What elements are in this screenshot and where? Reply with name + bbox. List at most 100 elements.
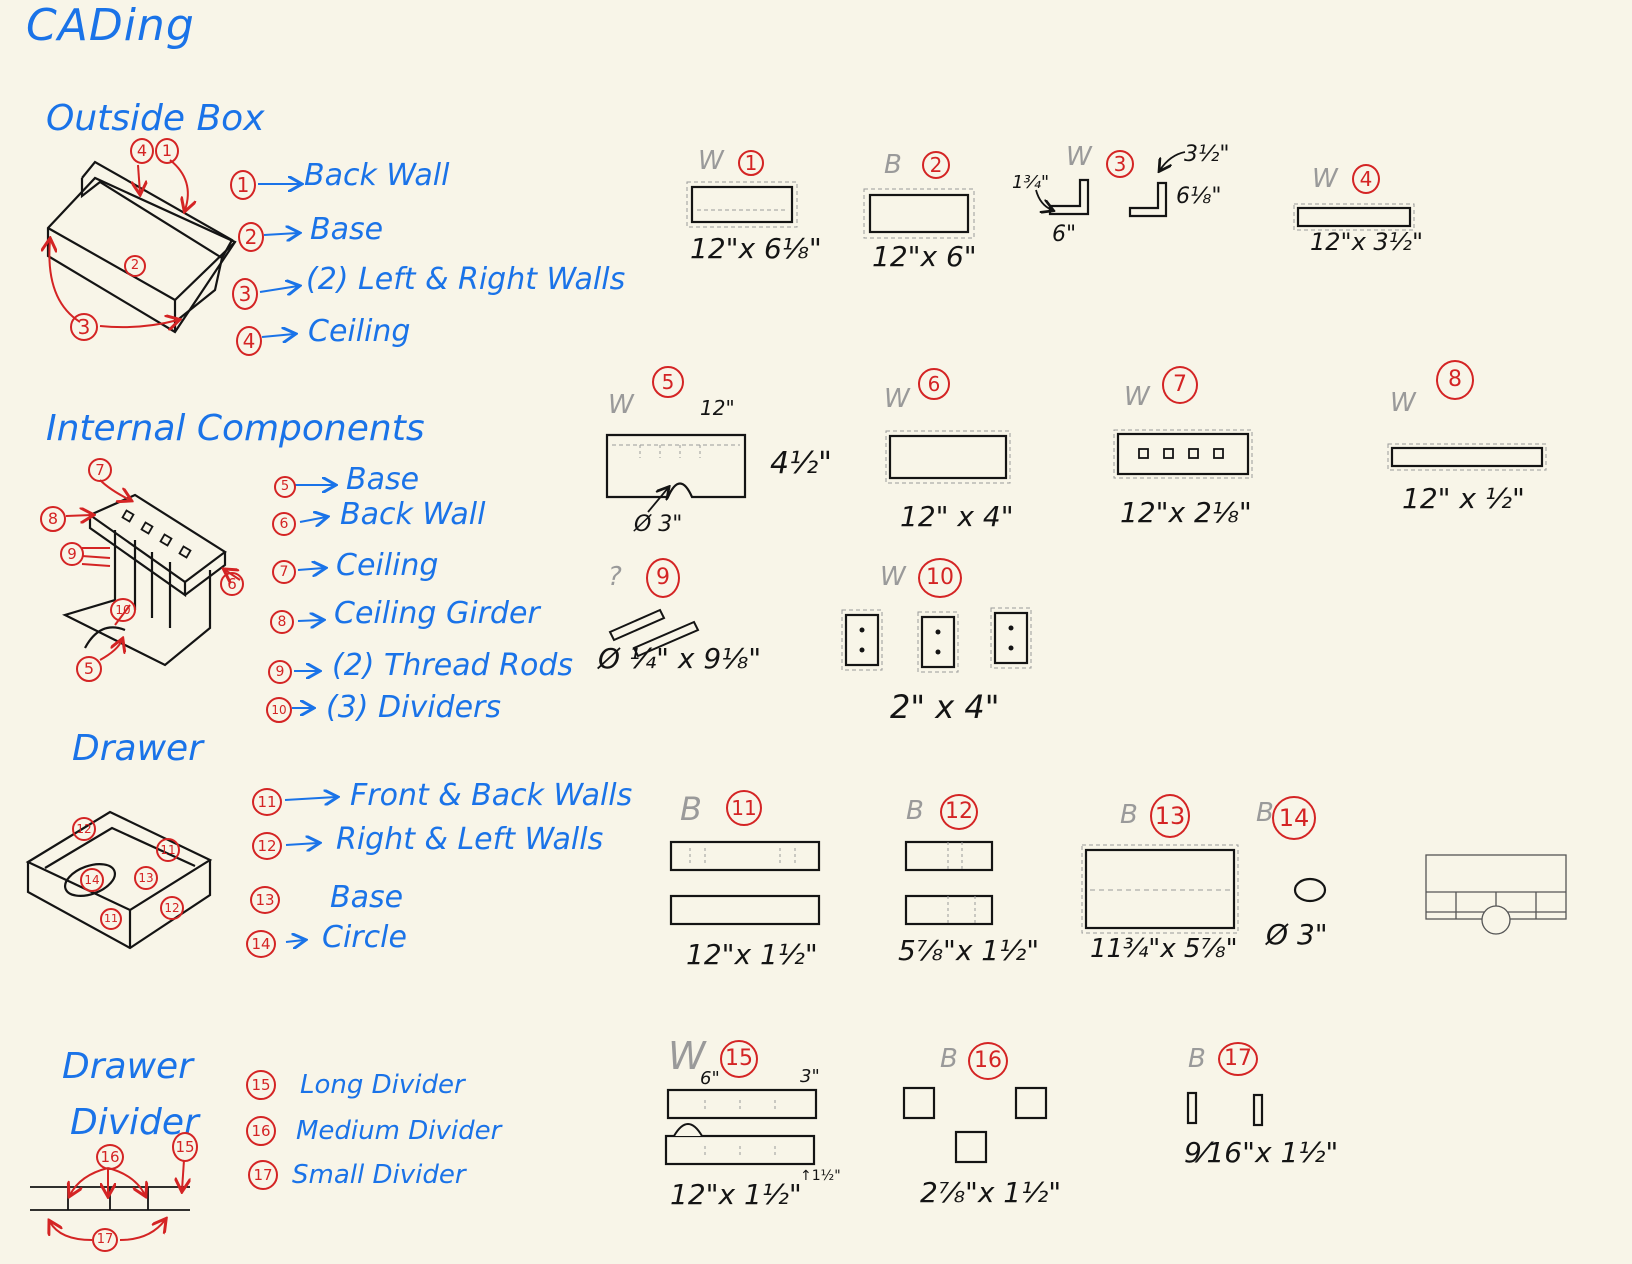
part-6-number: 6	[918, 368, 950, 400]
part-15-dimension: 12"x 1½"	[670, 1178, 802, 1211]
section-heading-outside-box: Outside Box	[46, 98, 265, 139]
list-marker-17: 17	[248, 1160, 278, 1190]
part-8-dimension: 12" x ½"	[1402, 482, 1525, 515]
part-12-material: B	[906, 796, 924, 826]
part-17-dimension: 9⁄16"x 1½"	[1184, 1136, 1339, 1169]
list-marker-1: 1	[230, 170, 256, 200]
part-10-dimension: 2" x 4"	[890, 688, 1000, 726]
marker-5: 5	[76, 656, 102, 682]
part-10-number: 10	[918, 558, 962, 598]
part-1-material: W	[698, 146, 724, 176]
part-1-shape	[686, 181, 798, 228]
marker-11b: 11	[100, 908, 122, 930]
internal-item-7-label: Ceiling	[336, 548, 439, 583]
marker-3: 3	[70, 313, 98, 341]
part-14-shape	[1293, 877, 1327, 903]
marker-1: 1	[155, 138, 179, 164]
part-12-number: 12	[940, 794, 978, 830]
marker-8: 8	[40, 506, 66, 532]
outside-item-2-label: Base	[310, 212, 384, 247]
part-11-shape	[669, 840, 821, 926]
list-marker-15: 15	[246, 1070, 276, 1100]
part-17-number: 17	[1218, 1042, 1258, 1076]
drawer-sketch	[25, 810, 213, 950]
part-13-dimension: 11¾"x 5⅞"	[1090, 934, 1238, 964]
part-4-shape	[1293, 203, 1415, 231]
marker-11a: 11	[156, 838, 180, 862]
list-marker-6: 6	[272, 512, 296, 536]
part-4-number: 4	[1352, 164, 1380, 194]
marker-10: 10	[110, 598, 136, 622]
part-16-dimension: 2⅞"x 1½"	[920, 1176, 1062, 1209]
part-3-dim-side: 1¾"	[1012, 172, 1050, 193]
marker-12b: 12	[160, 896, 184, 920]
part-14-number: 14	[1272, 796, 1316, 840]
part-17-material: B	[1188, 1044, 1206, 1074]
part-7-number: 7	[1162, 366, 1198, 404]
internal-item-arrows	[292, 485, 334, 708]
part-8-number: 8	[1436, 360, 1474, 400]
sketch-canvas: CADing Outside Box 4 1 2 3 1 Back Wall 2…	[0, 0, 1632, 1264]
list-marker-16: 16	[246, 1116, 276, 1146]
part-10-shape	[841, 607, 1032, 673]
list-marker-13: 13	[250, 886, 280, 914]
marker-13: 13	[134, 866, 158, 890]
part-6-dimension: 12" x 4"	[900, 500, 1014, 533]
internal-component-holes	[121, 509, 192, 559]
drawer-divider-sketch	[30, 1186, 190, 1211]
part-3-dim-top: 3½"	[1184, 142, 1230, 167]
internal-item-10-label: (3) Dividers	[326, 690, 502, 725]
part-15-shape	[664, 1088, 818, 1166]
list-marker-11: 11	[252, 788, 282, 816]
part-6-shape	[885, 430, 1011, 484]
marker-7: 7	[88, 458, 112, 482]
part-15-dim-c: ↑1½"	[800, 1168, 841, 1184]
marker-16: 16	[96, 1144, 124, 1170]
section-heading-internal-components: Internal Components	[46, 408, 425, 449]
marker-12a: 12	[72, 817, 96, 841]
part-9-material: ?	[608, 562, 622, 592]
part-10-material: W	[880, 562, 906, 592]
part-13-number: 13	[1150, 794, 1190, 838]
list-marker-7: 7	[272, 560, 296, 584]
drawer-item-14-label: Circle	[322, 920, 407, 955]
part-5-material: W	[608, 390, 634, 420]
part-3-number: 3	[1106, 150, 1134, 178]
drawer-divider-red-arrows	[50, 1159, 184, 1241]
part-3-shape	[1048, 178, 1168, 218]
marker-9: 9	[60, 542, 84, 566]
part-12-dimension: 5⅞"x 1½"	[898, 934, 1040, 967]
part-4-dimension: 12"x 3½"	[1310, 228, 1423, 256]
part-6-material: W	[884, 384, 910, 414]
part-11-material: B	[680, 790, 702, 828]
drawer-front-view	[1425, 854, 1567, 935]
part-5-dim-right: 4½"	[770, 446, 832, 481]
list-marker-8: 8	[270, 610, 294, 634]
part-1-number: 1	[738, 150, 764, 176]
part-2-material: B	[884, 150, 902, 180]
part-14-material: B	[1256, 798, 1274, 828]
part-5-number: 5	[652, 366, 684, 398]
marker-17: 17	[92, 1228, 118, 1252]
internal-components-sketch	[62, 493, 227, 667]
part-3-material: W	[1066, 142, 1092, 172]
list-marker-9: 9	[268, 660, 292, 684]
list-marker-12: 12	[252, 832, 282, 860]
part-8-shape	[1387, 443, 1547, 471]
part-13-shape	[1081, 844, 1239, 934]
part-5-dim-top: 12"	[700, 396, 735, 420]
divider-item-15-label: Long Divider	[300, 1070, 465, 1100]
part-17-shape	[1186, 1091, 1264, 1127]
part-2-dimension: 12"x 6"	[872, 240, 977, 273]
part-15-number: 15	[720, 1040, 758, 1078]
list-marker-14: 14	[246, 930, 276, 958]
internal-item-6-label: Back Wall	[340, 497, 486, 532]
drawer-item-13-label: Base	[330, 880, 404, 915]
marker-4: 4	[130, 138, 154, 164]
part-2-shape	[863, 188, 975, 239]
part-13-material: B	[1120, 800, 1138, 830]
list-marker-4: 4	[236, 326, 262, 356]
part-11-number: 11	[726, 790, 762, 826]
part-15-dim-b: 3"	[800, 1066, 820, 1087]
internal-item-8-label: Ceiling Girder	[334, 596, 540, 631]
